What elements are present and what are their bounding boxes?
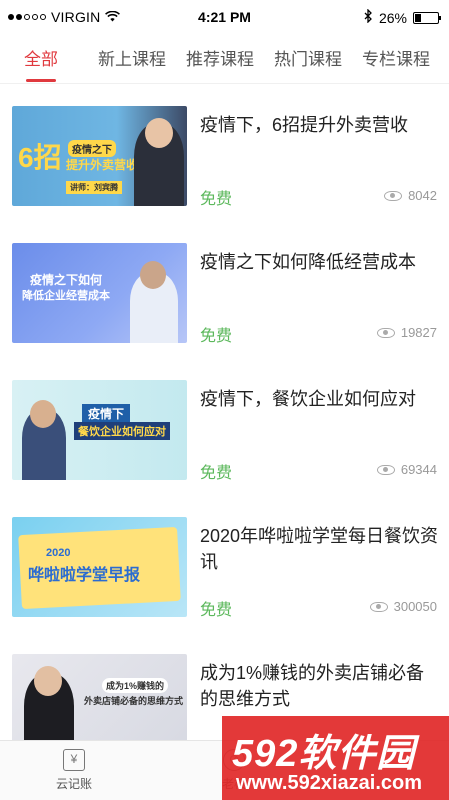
bluetooth-icon — [364, 8, 373, 26]
status-bar: VIRGIN 4:21 PM 26% — [0, 0, 449, 34]
course-item[interactable]: 疫情下 餐饮企业如何应对 疫情下，餐饮企业如何应对 免费 69344 — [0, 358, 449, 495]
course-item[interactable]: 疫情之下如何 降低企业经营成本 疫情之下如何降低经营成本 免费 19827 — [0, 221, 449, 358]
course-price: 免费 — [200, 328, 233, 345]
tab-all[interactable]: 全部 — [16, 38, 66, 83]
view-count-value: 19827 — [400, 325, 437, 340]
thumb-text: 提升外卖营收 — [66, 158, 139, 172]
thumb-text: 餐饮企业如何应对 — [74, 422, 170, 440]
course-thumbnail: 6招 疫情之下 提升外卖营收 讲师：刘宾腾 — [12, 106, 187, 206]
thumb-text: 降低企业经营成本 — [22, 290, 110, 302]
thumb-text: 外卖店铺必备的思维方式 — [84, 696, 184, 706]
course-title: 2020年哗啦啦学堂每日餐饮资讯 — [200, 526, 439, 572]
view-count-value: 69344 — [400, 462, 437, 477]
view-count: 19827 — [376, 325, 437, 340]
course-thumbnail: 成为1%赚钱的 外卖店铺必备的思维方式 — [12, 654, 187, 754]
category-tabs: 全部 新上课程 推荐课程 热门课程 专栏课程 — [0, 38, 449, 84]
battery-icon — [413, 11, 441, 24]
course-price: 免费 — [200, 191, 233, 208]
tab-column-courses[interactable]: 专栏课程 — [354, 38, 438, 83]
view-count-value: 300050 — [393, 599, 437, 614]
lecturer-face — [34, 666, 62, 696]
watermark-text: 592软件园 — [232, 733, 416, 775]
thumb-text: 6招 — [18, 142, 62, 173]
course-price: 免费 — [200, 602, 233, 619]
lecturer-face — [145, 118, 173, 148]
view-count: 69344 — [376, 462, 437, 477]
view-count: 300050 — [369, 599, 437, 614]
eye-icon — [384, 190, 403, 201]
tab-new-courses[interactable]: 新上课程 — [90, 38, 174, 83]
thumb-text: 疫情之下 — [68, 140, 116, 157]
yen-receipt-icon: ¥ — [63, 749, 85, 771]
course-thumbnail: 疫情之下如何 降低企业经营成本 — [12, 243, 187, 343]
thumb-text: 哗啦啦学堂早报 — [28, 567, 141, 584]
thumb-text: 成为1%赚钱的 — [102, 678, 169, 693]
course-title: 疫情之下如何降低经营成本 — [200, 252, 416, 272]
course-thumbnail: 疫情下 餐饮企业如何应对 — [12, 380, 187, 480]
course-title: 疫情下，6招提升外卖营收 — [200, 115, 409, 135]
watermark-url: www.592xiazai.com — [236, 772, 423, 794]
nav-label: 云记账 — [55, 777, 92, 791]
course-item[interactable]: 2020 哗啦啦学堂早报 2020年哗啦啦学堂每日餐饮资讯 免费 300050 — [0, 495, 449, 632]
tab-recommended-courses[interactable]: 推荐课程 — [178, 38, 262, 83]
course-price: 免费 — [200, 465, 233, 482]
view-count-value: 8042 — [408, 188, 437, 203]
battery-percent: 26% — [378, 9, 407, 26]
course-item[interactable]: 6招 疫情之下 提升外卖营收 讲师：刘宾腾 疫情下，6招提升外卖营收 免费 80… — [0, 84, 449, 221]
status-right: 26% — [364, 8, 441, 26]
lecturer-face — [140, 261, 166, 289]
thumb-text: 疫情下 — [82, 404, 131, 423]
thumb-text: 疫情之下如何 — [30, 273, 103, 287]
thumb-text: 讲师：刘宾腾 — [66, 181, 122, 194]
thumb-text: 2020 — [46, 547, 71, 559]
eye-icon — [376, 464, 395, 475]
course-title: 成为1%赚钱的外卖店铺必备的思维方式 — [200, 663, 425, 709]
watermark-logo: 592软件园 www.592xiazai.com — [222, 716, 449, 800]
lecturer-face — [30, 400, 56, 428]
view-count: 8042 — [384, 188, 437, 203]
eye-icon — [376, 327, 395, 338]
eye-icon — [369, 601, 388, 612]
course-title: 疫情下，餐饮企业如何应对 — [200, 389, 416, 409]
tab-popular-courses[interactable]: 热门课程 — [266, 38, 350, 83]
nav-cloud-accounting[interactable]: ¥ 云记账 — [18, 741, 130, 800]
course-thumbnail: 2020 哗啦啦学堂早报 — [12, 517, 187, 617]
